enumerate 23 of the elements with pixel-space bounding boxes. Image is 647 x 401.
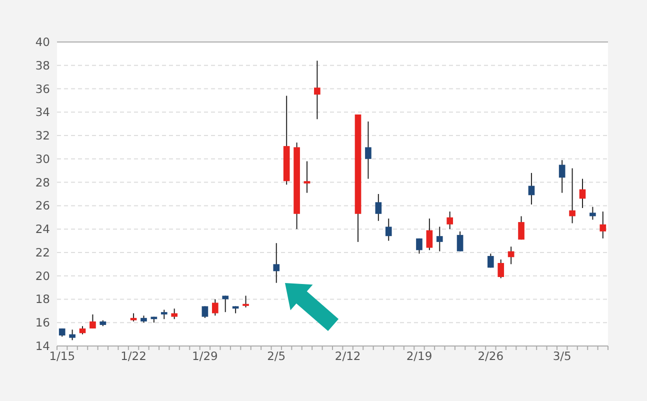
axis-label: 18 [35,292,50,306]
axis-label: 2/26 [478,349,504,363]
axis-label: 34 [35,105,50,120]
axis-label: 24 [35,222,50,236]
axis-label: 1/29 [192,349,218,363]
axis-label: 3/5 [552,349,572,363]
axis-label: 26 [35,198,50,213]
axis-label: 2/19 [406,349,432,363]
axis-label: 2/12 [334,349,361,363]
axis-label: 20 [35,268,50,283]
axis-label: 28 [35,175,50,190]
axis-label: 40 [35,35,50,49]
axis-label: 36 [35,82,50,96]
axis-label: 16 [35,316,50,330]
axis-label: 22 [35,245,50,260]
axis-label: 32 [35,128,50,143]
pointer-arrow [285,283,339,332]
axis-label: 2/5 [267,349,286,363]
axis-label: 30 [35,152,50,166]
axis-label: 1/22 [120,349,146,363]
axis-label: 38 [35,58,50,72]
axis-label: 14 [35,339,50,353]
axis-label: 1/15 [49,349,76,363]
